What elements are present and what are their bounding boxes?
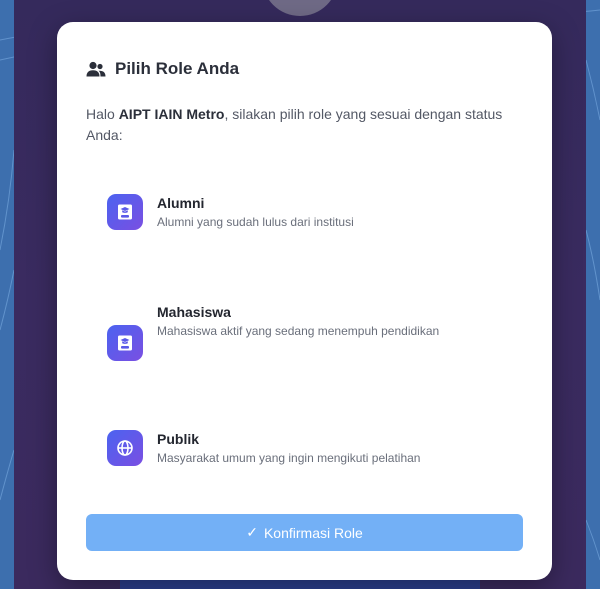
modal-header: Pilih Role Anda: [86, 59, 239, 79]
user-name: AIPT IAIN Metro: [118, 106, 225, 122]
role-option-alumni[interactable]: Alumni Alumni yang sudah lulus dari inst…: [107, 194, 457, 233]
check-icon: ✓: [246, 524, 258, 540]
role-name: Mahasiswa: [157, 304, 231, 320]
role-name: Alumni: [157, 195, 205, 211]
role-option-mahasiswa[interactable]: Mahasiswa Mahasiswa aktif yang sedang me…: [107, 303, 447, 361]
role-option-publik[interactable]: Publik Masyarakat umum yang ingin mengik…: [107, 430, 487, 469]
role-description: Masyarakat umum yang ingin mengikuti pel…: [157, 451, 421, 465]
graduate-icon: [107, 194, 143, 230]
graduate-icon: [107, 325, 143, 361]
role-description: Alumni yang sudah lulus dari institusi: [157, 215, 354, 229]
users-icon: [86, 61, 106, 77]
confirm-role-button[interactable]: ✓ Konfirmasi Role: [86, 514, 523, 551]
globe-icon: [107, 430, 143, 466]
role-description: Mahasiswa aktif yang sedang menempuh pen…: [157, 324, 440, 338]
intro-text: Halo AIPT IAIN Metro, silakan pilih role…: [86, 104, 526, 146]
intro-prefix: Halo: [86, 106, 119, 122]
role-name: Publik: [157, 431, 200, 447]
confirm-button-label: Konfirmasi Role: [263, 524, 363, 541]
modal-title: Pilih Role Anda: [115, 59, 240, 78]
role-selection-modal: Pilih Role Anda Halo AIPT IAIN Metro, si…: [57, 22, 552, 580]
